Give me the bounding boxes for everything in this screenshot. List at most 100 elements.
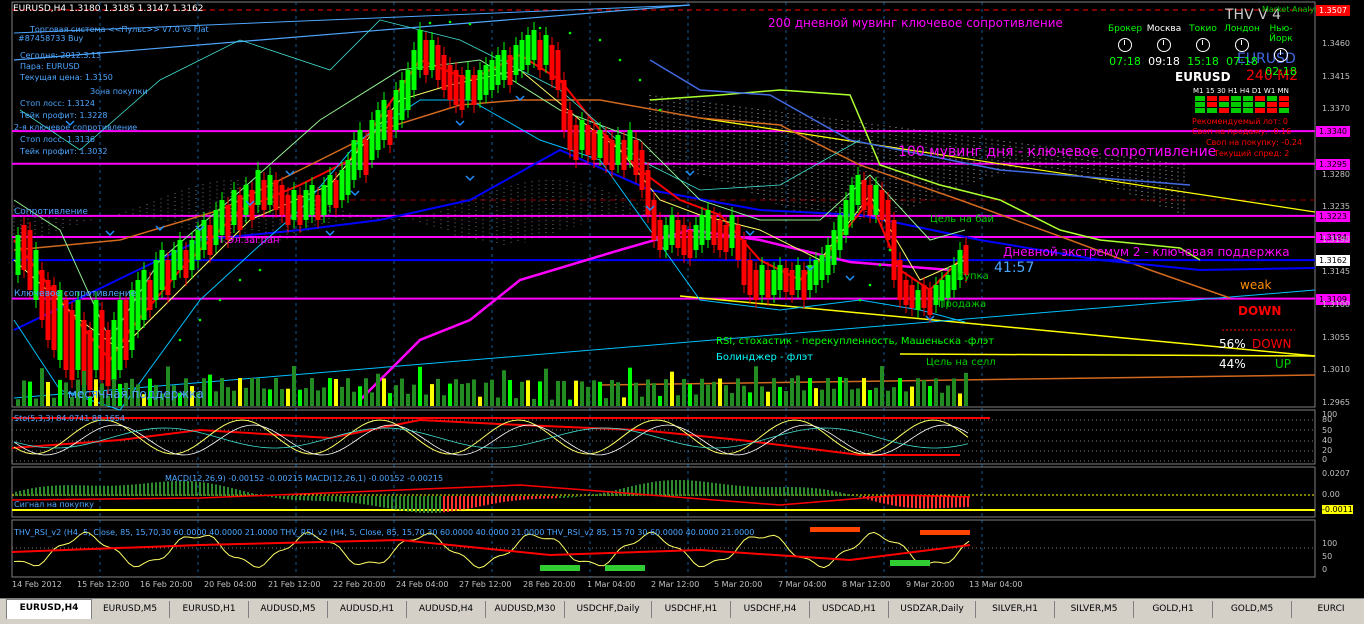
clock-city: Москва [1146, 24, 1182, 34]
candle-body [21, 225, 27, 270]
volume-bar [916, 378, 920, 406]
candle-body [777, 265, 783, 290]
thv-grid-cell [1243, 96, 1253, 101]
candle-body [129, 290, 135, 350]
macd-axis-1: 0.00 [1322, 490, 1340, 499]
chart-tab-14[interactable]: GOLD,H1 [1134, 601, 1213, 618]
candle-body [27, 230, 33, 290]
date-label-4: 21 Feb 12:00 [268, 580, 321, 589]
candle-body [771, 270, 777, 295]
candle-body [801, 270, 807, 300]
sar-dot [178, 338, 182, 342]
volume-bar [358, 386, 362, 406]
volume-bar [688, 384, 692, 406]
candle-body [627, 130, 633, 160]
sar-dot [858, 298, 862, 302]
candle-body [861, 180, 867, 210]
label-ma200: 200 дневной мувинг ключевое сопротивлени… [768, 16, 1063, 30]
volume-bar [586, 386, 590, 406]
volume-bar [862, 378, 866, 406]
axis-price-0: 1.3460 [1322, 39, 1350, 49]
fractal-arrow [845, 275, 855, 282]
volume-bar [484, 382, 488, 406]
clock-time: 09:18 [1148, 55, 1180, 68]
sar-dot [538, 26, 542, 30]
label-boll-note: Болинджер - флэт [716, 352, 814, 363]
volume-bar [670, 371, 674, 406]
volume-bar [490, 379, 494, 406]
panel-zone: Зона покупки [90, 87, 148, 96]
candle-body [741, 240, 747, 285]
chart-tab-9[interactable]: USDCHF,H4 [731, 601, 810, 618]
candle-body [873, 185, 879, 215]
date-label-14: 9 Mar 20:00 [906, 580, 955, 589]
volume-bar [856, 388, 860, 406]
volume-bar [730, 393, 734, 406]
thv-grid-cell [1267, 102, 1277, 107]
candle-body [831, 230, 837, 265]
volume-bar [16, 399, 20, 406]
candle-body [177, 240, 183, 270]
chart-tab-4[interactable]: AUDUSD,H1 [328, 601, 407, 618]
volume-bar [52, 397, 56, 406]
candle-body [333, 180, 339, 208]
chart-tab-7[interactable]: USDCHF,Daily [565, 601, 652, 618]
sar-dot [238, 278, 242, 282]
volume-bar [244, 387, 248, 406]
candle-body [429, 40, 435, 70]
price-label-0: 1.3507 [1316, 5, 1350, 16]
chart-tab-13[interactable]: SILVER,M5 [1055, 601, 1134, 618]
volume-bar [58, 379, 62, 406]
thv-grid-cell [1279, 102, 1289, 107]
candle-body [237, 195, 243, 230]
volume-bar [910, 386, 914, 406]
chart-tab-0[interactable]: EURUSD,H4 [6, 599, 92, 619]
chart-tab-5[interactable]: AUDUSD,H4 [407, 601, 486, 618]
chart-canvas[interactable] [0, 0, 1364, 598]
volume-bar [532, 398, 536, 406]
volume-bar [388, 393, 392, 406]
chart-tab-3[interactable]: AUDUSD,M5 [249, 601, 328, 618]
clock-4: Нью-Йорк 02:18 [1259, 24, 1303, 78]
volume-bar [634, 382, 638, 406]
candle-body [687, 230, 693, 258]
candle-body [183, 250, 189, 278]
stoch-level-3: 40 [1322, 436, 1333, 445]
chart-tab-8[interactable]: USDCHF,H1 [652, 601, 731, 618]
label-monthly: месячная поддержка [68, 387, 204, 401]
sar-dot [218, 298, 222, 302]
candle-body [903, 280, 909, 305]
label-support2: Дневной экстремум 2 - ключевая поддержка [1003, 245, 1290, 259]
clock-time: 15:18 [1187, 55, 1219, 68]
date-label-1: 15 Feb 12:00 [77, 580, 130, 589]
volume-bar [868, 390, 872, 406]
volume-bar [550, 399, 554, 406]
volume-bar [400, 378, 404, 406]
candle-body [591, 130, 597, 160]
volume-bar [790, 378, 794, 406]
chart-tab-12[interactable]: SILVER,H1 [976, 601, 1055, 618]
chart-tab-2[interactable]: EURUSD,H1 [170, 601, 249, 618]
candle-body [447, 65, 453, 100]
chart-area[interactable]: EURUSD,H4 1.3180 1.3185 1.3147 1.3162 То… [0, 0, 1364, 598]
date-label-2: 16 Feb 20:00 [140, 580, 193, 589]
volume-bar [922, 380, 926, 406]
volume-bar [448, 383, 452, 406]
chart-tab-10[interactable]: USDCAD,H1 [810, 601, 889, 618]
volume-bar [454, 379, 458, 406]
volume-bar [292, 366, 296, 406]
rsi-title: THV_RSI_v2 (H4, 5, Close, 85, 15,70,30 6… [14, 528, 755, 537]
thv-grid-cell [1243, 108, 1253, 113]
volume-bar [952, 378, 956, 406]
chart-tab-16[interactable]: EURCI [1292, 601, 1364, 618]
volume-bar [886, 390, 890, 406]
volume-bar [850, 389, 854, 406]
label-target-buy: Цель на бай [930, 214, 995, 225]
chart-tab-15[interactable]: GOLD,M5 [1213, 601, 1292, 618]
clock-time: 02:18 [1265, 65, 1297, 78]
chart-tab-11[interactable]: USDZAR,Daily [889, 601, 976, 618]
chart-tab-1[interactable]: EURUSD,M5 [91, 601, 170, 618]
chart-tab-6[interactable]: AUDUSD,M30 [486, 601, 565, 618]
candle-body [105, 330, 111, 386]
candle-body [189, 240, 195, 270]
